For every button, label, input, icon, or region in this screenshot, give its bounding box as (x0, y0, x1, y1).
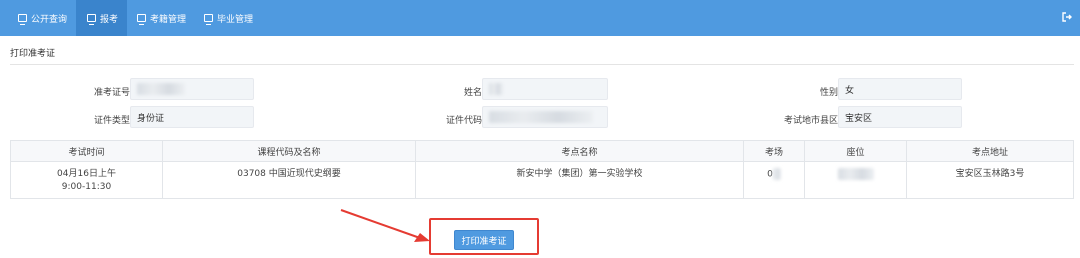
nav-item-register[interactable]: 报考 (76, 0, 127, 36)
exam-date: 04月16日上午 (57, 169, 116, 179)
column-header: 考场 (743, 140, 805, 162)
admission-no-field (130, 78, 254, 100)
monitor-icon (87, 14, 96, 25)
column-header: 座位 (804, 140, 907, 162)
nav-item-label: 考籍管理 (150, 14, 187, 25)
district-field: 宝安区 (838, 106, 962, 128)
gender-label: 性别 (819, 88, 838, 98)
nav-item-label: 公开查询 (31, 14, 68, 25)
redacted-value (489, 83, 503, 95)
nav-item-public-query[interactable]: 公开查询 (18, 0, 67, 36)
print-admission-ticket-button[interactable]: 打印准考证 (454, 230, 514, 250)
table-row: 04月16日上午 9:00-11:30 03708 中国近现代史纲要 新安中学（… (10, 161, 1074, 199)
logout-icon[interactable] (1062, 12, 1072, 22)
course-cell: 03708 中国近现代史纲要 (162, 161, 416, 199)
id-no-field (482, 106, 608, 128)
admission-no-label: 准考证号 (93, 88, 130, 98)
section-title: 打印准考证 (10, 49, 56, 59)
redacted-value (489, 111, 593, 123)
exam-site-cell: 新安中学（集团）第一实验学校 (415, 161, 744, 199)
table-header-row: 考试时间 课程代码及名称 考点名称 考场 座位 考点地址 (10, 140, 1074, 162)
column-header: 考点名称 (415, 140, 744, 162)
id-type-label: 证件类型 (93, 116, 130, 126)
column-header: 考试时间 (10, 140, 163, 162)
redacted-value (837, 168, 874, 180)
monitor-icon (18, 14, 27, 25)
id-no-label: 证件代码 (445, 116, 482, 126)
column-header: 考点地址 (906, 140, 1074, 162)
top-nav-bar: 公开查询 报考 考籍管理 毕业管理 (0, 0, 1080, 36)
column-header: 课程代码及名称 (162, 140, 416, 162)
exam-hours: 9:00-11:30 (61, 182, 112, 192)
redacted-value (772, 168, 781, 180)
nav-item-label: 毕业管理 (217, 14, 254, 25)
id-type-field: 身份证 (130, 106, 254, 128)
monitor-icon (137, 14, 146, 25)
nav-item-graduation[interactable]: 毕业管理 (204, 0, 253, 36)
redacted-value (137, 83, 185, 95)
exam-room-value: 0 (767, 169, 773, 180)
nav-item-records[interactable]: 考籍管理 (137, 0, 186, 36)
exam-table: 考试时间 课程代码及名称 考点名称 考场 座位 考点地址 04月16日上午 9:… (10, 140, 1074, 199)
name-field (482, 78, 608, 100)
name-label: 姓名 (463, 88, 482, 98)
monitor-icon (204, 14, 213, 25)
gender-field: 女 (838, 78, 962, 100)
district-label: 考试地市县区 (783, 116, 838, 126)
exam-time-cell: 04月16日上午 9:00-11:30 (10, 161, 163, 199)
nav-item-label: 报考 (100, 14, 119, 25)
seat-cell (804, 161, 907, 199)
divider (10, 64, 1074, 65)
address-cell: 宝安区玉林路3号 (906, 161, 1074, 199)
annotation-arrow-icon (340, 209, 430, 242)
exam-room-cell: 0 (743, 161, 805, 199)
